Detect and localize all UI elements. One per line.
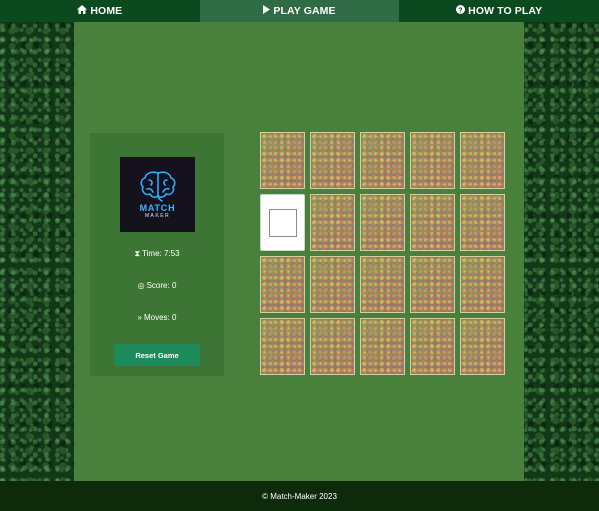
reset-game-button[interactable]: Reset Game bbox=[114, 344, 200, 366]
memory-card[interactable] bbox=[360, 256, 405, 313]
svg-text:?: ? bbox=[458, 7, 462, 14]
brain-icon bbox=[139, 170, 176, 202]
memory-card[interactable] bbox=[310, 256, 355, 313]
memory-card[interactable] bbox=[360, 132, 405, 189]
memory-card[interactable] bbox=[410, 194, 455, 251]
memory-card[interactable] bbox=[460, 194, 505, 251]
question-circle-icon: ? bbox=[456, 5, 466, 17]
score-stat: ◎ Score: 0 bbox=[90, 281, 224, 290]
timer-stat: ⧗ Time: 7:53 bbox=[90, 249, 224, 259]
memory-card[interactable] bbox=[310, 318, 355, 375]
memory-card[interactable] bbox=[260, 256, 305, 313]
memory-card-flipped[interactable] bbox=[260, 194, 305, 251]
logo-word: MATCH bbox=[139, 202, 176, 213]
memory-card[interactable] bbox=[360, 194, 405, 251]
memory-card[interactable] bbox=[260, 132, 305, 189]
memory-card[interactable] bbox=[310, 132, 355, 189]
memory-card[interactable] bbox=[460, 256, 505, 313]
hourglass-icon: ⧗ bbox=[134, 249, 141, 258]
moves-label: Moves: 0 bbox=[143, 313, 177, 322]
home-icon bbox=[77, 5, 88, 17]
target-icon: ◎ bbox=[137, 281, 145, 290]
memory-card[interactable] bbox=[460, 318, 505, 375]
memory-card[interactable] bbox=[460, 132, 505, 189]
memory-card[interactable] bbox=[260, 318, 305, 375]
card-symbol bbox=[268, 208, 297, 237]
nav-how-to-play[interactable]: ? How to Play bbox=[399, 0, 599, 22]
moves-stat: » Moves: 0 bbox=[90, 313, 224, 322]
nav-home-label: Home bbox=[90, 5, 123, 17]
top-nav: Home Play Game ? How to Play bbox=[0, 0, 599, 22]
timer-label: Time: 7:53 bbox=[142, 249, 180, 258]
memory-card[interactable] bbox=[410, 256, 455, 313]
logo-sub: MAKER bbox=[144, 212, 171, 219]
footer-text: © Match-Maker 2023 bbox=[262, 491, 337, 501]
footer: © Match-Maker 2023 bbox=[0, 481, 599, 511]
double-chevron-icon: » bbox=[137, 313, 142, 322]
memory-card[interactable] bbox=[410, 318, 455, 375]
nav-home[interactable]: Home bbox=[0, 0, 200, 22]
card-grid bbox=[260, 132, 505, 375]
nav-how-to-play-label: How to Play bbox=[468, 5, 543, 17]
stats-panel: MATCH MAKER ⧗ Time: 7:53 ◎ Score: 0 » Moves… bbox=[90, 133, 224, 376]
nav-play-game-label: Play Game bbox=[273, 5, 336, 17]
score-label: Score: 0 bbox=[146, 281, 177, 290]
game-area: MATCH MAKER ⧗ Time: 7:53 ◎ Score: 0 » Moves… bbox=[74, 22, 524, 481]
nav-play-game[interactable]: Play Game bbox=[199, 0, 400, 22]
match-maker-logo: MATCH MAKER bbox=[120, 157, 195, 232]
memory-card[interactable] bbox=[310, 194, 355, 251]
memory-card[interactable] bbox=[360, 318, 405, 375]
play-icon bbox=[263, 5, 271, 17]
memory-card[interactable] bbox=[410, 132, 455, 189]
